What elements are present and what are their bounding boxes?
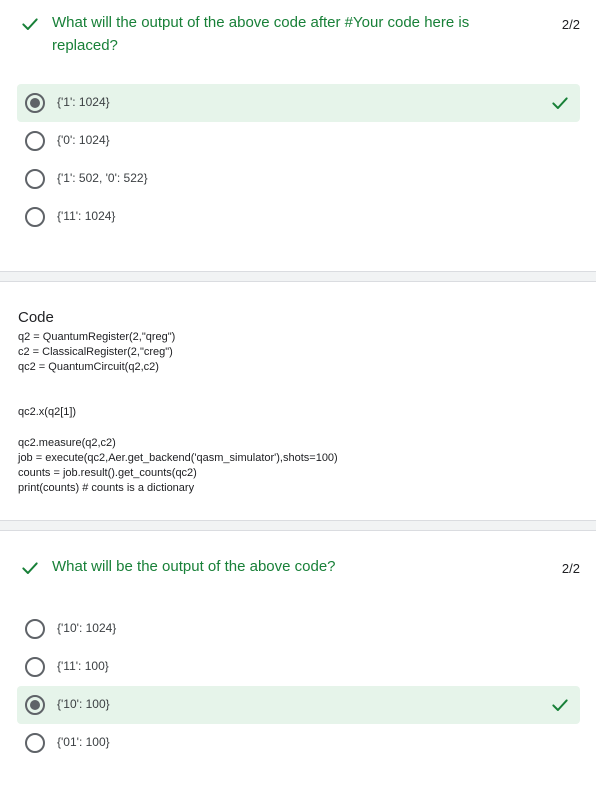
option-2[interactable]: {'11': 100} — [17, 648, 580, 686]
radio-button-checked[interactable] — [25, 695, 45, 715]
radio-button[interactable] — [25, 207, 45, 227]
question-score: 2/2 — [561, 17, 580, 32]
code-line: print(counts) # counts is a dictionary — [18, 482, 195, 494]
code-line: q2 = QuantumRegister(2,"qreg") — [18, 331, 176, 343]
question-card-2: What will be the output of the above cod… — [0, 532, 596, 785]
code-line: counts = job.result().get_counts(qc2) — [18, 467, 197, 479]
option-4[interactable]: {'01': 100} — [17, 724, 580, 762]
section-divider — [0, 520, 596, 531]
option-label: {'01': 100} — [57, 735, 110, 749]
option-4[interactable]: {'11': 1024} — [17, 198, 580, 236]
option-1[interactable]: {'10': 1024} — [17, 610, 580, 648]
radio-button[interactable] — [25, 733, 45, 753]
option-label: {'1': 502, '0': 522} — [57, 171, 148, 185]
code-section-title: Code — [18, 309, 54, 326]
section-divider — [0, 271, 596, 282]
option-label: {'10': 100} — [57, 697, 110, 711]
code-line: qc2.measure(q2,c2) — [18, 437, 116, 449]
code-line: job = execute(qc2,Aer.get_backend('qasm_… — [18, 452, 338, 464]
option-label: {'0': 1024} — [57, 133, 110, 147]
option-label: {'1': 1024} — [57, 95, 110, 109]
option-3[interactable]: {'1': 502, '0': 522} — [17, 160, 580, 198]
code-line: c2 = ClassicalRegister(2,"creg") — [18, 346, 173, 358]
radio-button[interactable] — [25, 619, 45, 639]
code-line: qc2 = QuantumCircuit(q2,c2) — [18, 361, 159, 373]
option-1[interactable]: {'1': 1024} — [17, 84, 580, 122]
radio-button-checked[interactable] — [25, 93, 45, 113]
option-2[interactable]: {'0': 1024} — [17, 122, 580, 160]
check-icon — [22, 562, 38, 574]
correct-check-icon — [552, 97, 568, 109]
radio-button[interactable] — [25, 657, 45, 677]
option-label: {'10': 1024} — [57, 621, 117, 635]
radio-button[interactable] — [25, 169, 45, 189]
option-3[interactable]: {'10': 100} — [17, 686, 580, 724]
code-line: qc2.x(q2[1]) — [18, 406, 77, 418]
question-title: What will be the output of the above cod… — [52, 558, 336, 575]
option-label: {'11': 1024} — [57, 209, 116, 223]
question-score: 2/2 — [561, 561, 580, 576]
option-label: {'11': 100} — [57, 659, 109, 673]
question-title: What will the output of the above code a… — [52, 14, 470, 54]
radio-button[interactable] — [25, 131, 45, 151]
correct-check-icon — [552, 699, 568, 711]
check-icon — [22, 18, 38, 30]
question-card-1: What will the output of the above code a… — [0, 0, 596, 270]
